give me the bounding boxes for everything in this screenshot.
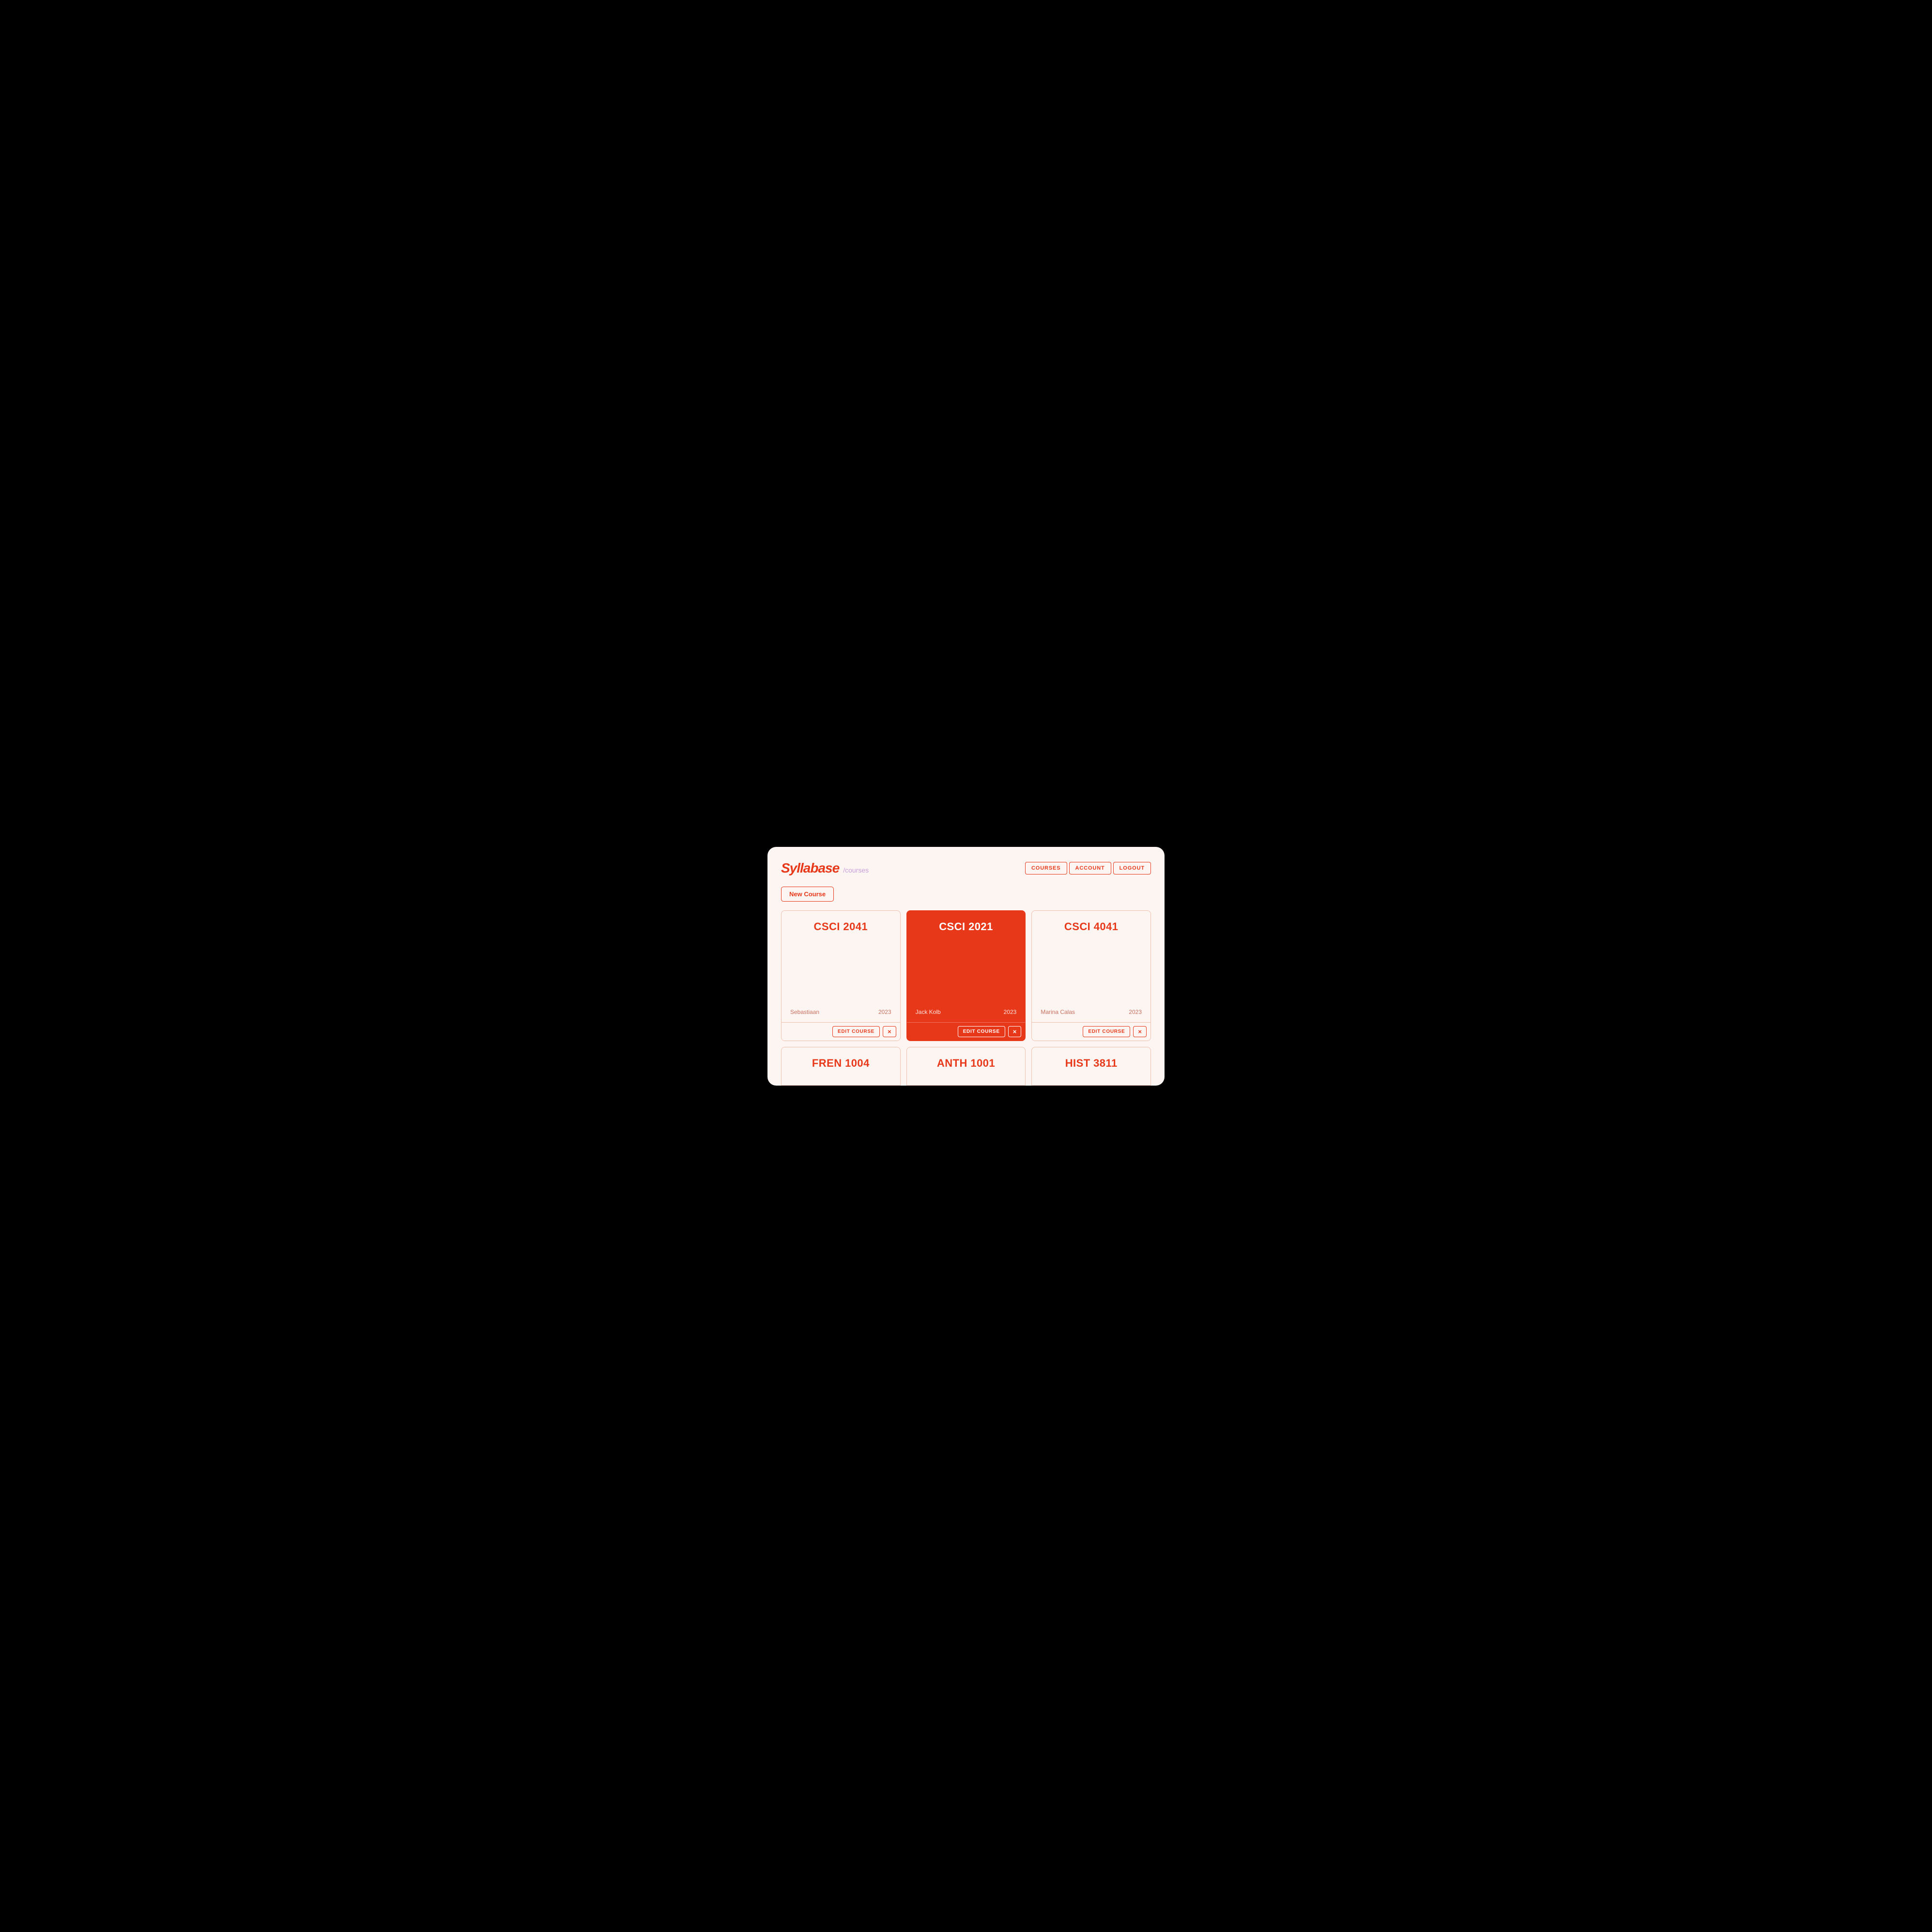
card-footer: Sebastiaan 2023 (790, 994, 891, 1015)
course-year: 2023 (878, 1009, 891, 1015)
course-title: FREN 1004 (790, 1057, 891, 1070)
course-title: CSCI 4041 (1041, 920, 1142, 933)
course-card-hist-3811: HIST 3811 (1031, 1047, 1151, 1086)
new-course-button[interactable]: New Course (781, 887, 834, 902)
card-inner: CSCI 4041 Marina Calas 2023 (1032, 911, 1150, 1022)
delete-course-button[interactable]: × (1133, 1026, 1147, 1037)
course-card-csci-2041: CSCI 2041 Sebastiaan 2023 EDIT COURSE × (781, 910, 901, 1041)
card-footer: Jack Kolb 2023 (916, 994, 1017, 1015)
edit-course-button[interactable]: EDIT COURSE (1083, 1026, 1130, 1037)
course-title: HIST 3811 (1041, 1057, 1142, 1070)
course-year: 2023 (1004, 1009, 1017, 1015)
course-title: ANTH 1001 (916, 1057, 1017, 1070)
course-card-csci-2021: CSCI 2021 Jack Kolb 2023 EDIT COURSE × (906, 910, 1026, 1041)
course-card-fren-1004: FREN 1004 (781, 1047, 901, 1086)
delete-course-button[interactable]: × (1008, 1026, 1022, 1037)
course-instructor: Marina Calas (1041, 1009, 1075, 1015)
edit-course-button[interactable]: EDIT COURSE (958, 1026, 1005, 1037)
course-year: 2023 (1129, 1009, 1142, 1015)
card-inner: CSCI 2041 Sebastiaan 2023 (782, 911, 900, 1022)
delete-course-button[interactable]: × (883, 1026, 896, 1037)
nav-courses[interactable]: COURSES (1025, 862, 1067, 874)
logo: Syllabase (781, 860, 839, 876)
logo-area: Syllabase /courses (781, 860, 869, 876)
card-action-row: EDIT COURSE × (1032, 1022, 1150, 1041)
edit-course-button[interactable]: EDIT COURSE (832, 1026, 880, 1037)
app-window: Syllabase /courses COURSES ACCOUNT LOGOU… (767, 847, 1165, 1086)
course-card-csci-4041: CSCI 4041 Marina Calas 2023 EDIT COURSE … (1031, 910, 1151, 1041)
nav-logout[interactable]: LOGOUT (1113, 862, 1151, 874)
course-instructor: Sebastiaan (790, 1009, 819, 1015)
card-inner: CSCI 2021 Jack Kolb 2023 (907, 911, 1026, 1022)
nav-account[interactable]: ACCOUNT (1069, 862, 1111, 874)
card-action-row: EDIT COURSE × (907, 1022, 1026, 1041)
header: Syllabase /courses COURSES ACCOUNT LOGOU… (781, 860, 1151, 876)
card-footer: Marina Calas 2023 (1041, 994, 1142, 1015)
course-title: CSCI 2041 (790, 920, 891, 933)
course-title: CSCI 2021 (916, 920, 1017, 933)
course-card-anth-1001: ANTH 1001 (906, 1047, 1026, 1086)
breadcrumb: /courses (843, 866, 869, 874)
nav-buttons: COURSES ACCOUNT LOGOUT (1025, 862, 1151, 874)
course-grid: CSCI 2041 Sebastiaan 2023 EDIT COURSE × … (781, 910, 1151, 1041)
course-instructor: Jack Kolb (916, 1009, 941, 1015)
course-grid-row2: FREN 1004 ANTH 1001 HIST 3811 (781, 1047, 1151, 1086)
card-action-row: EDIT COURSE × (782, 1022, 900, 1041)
